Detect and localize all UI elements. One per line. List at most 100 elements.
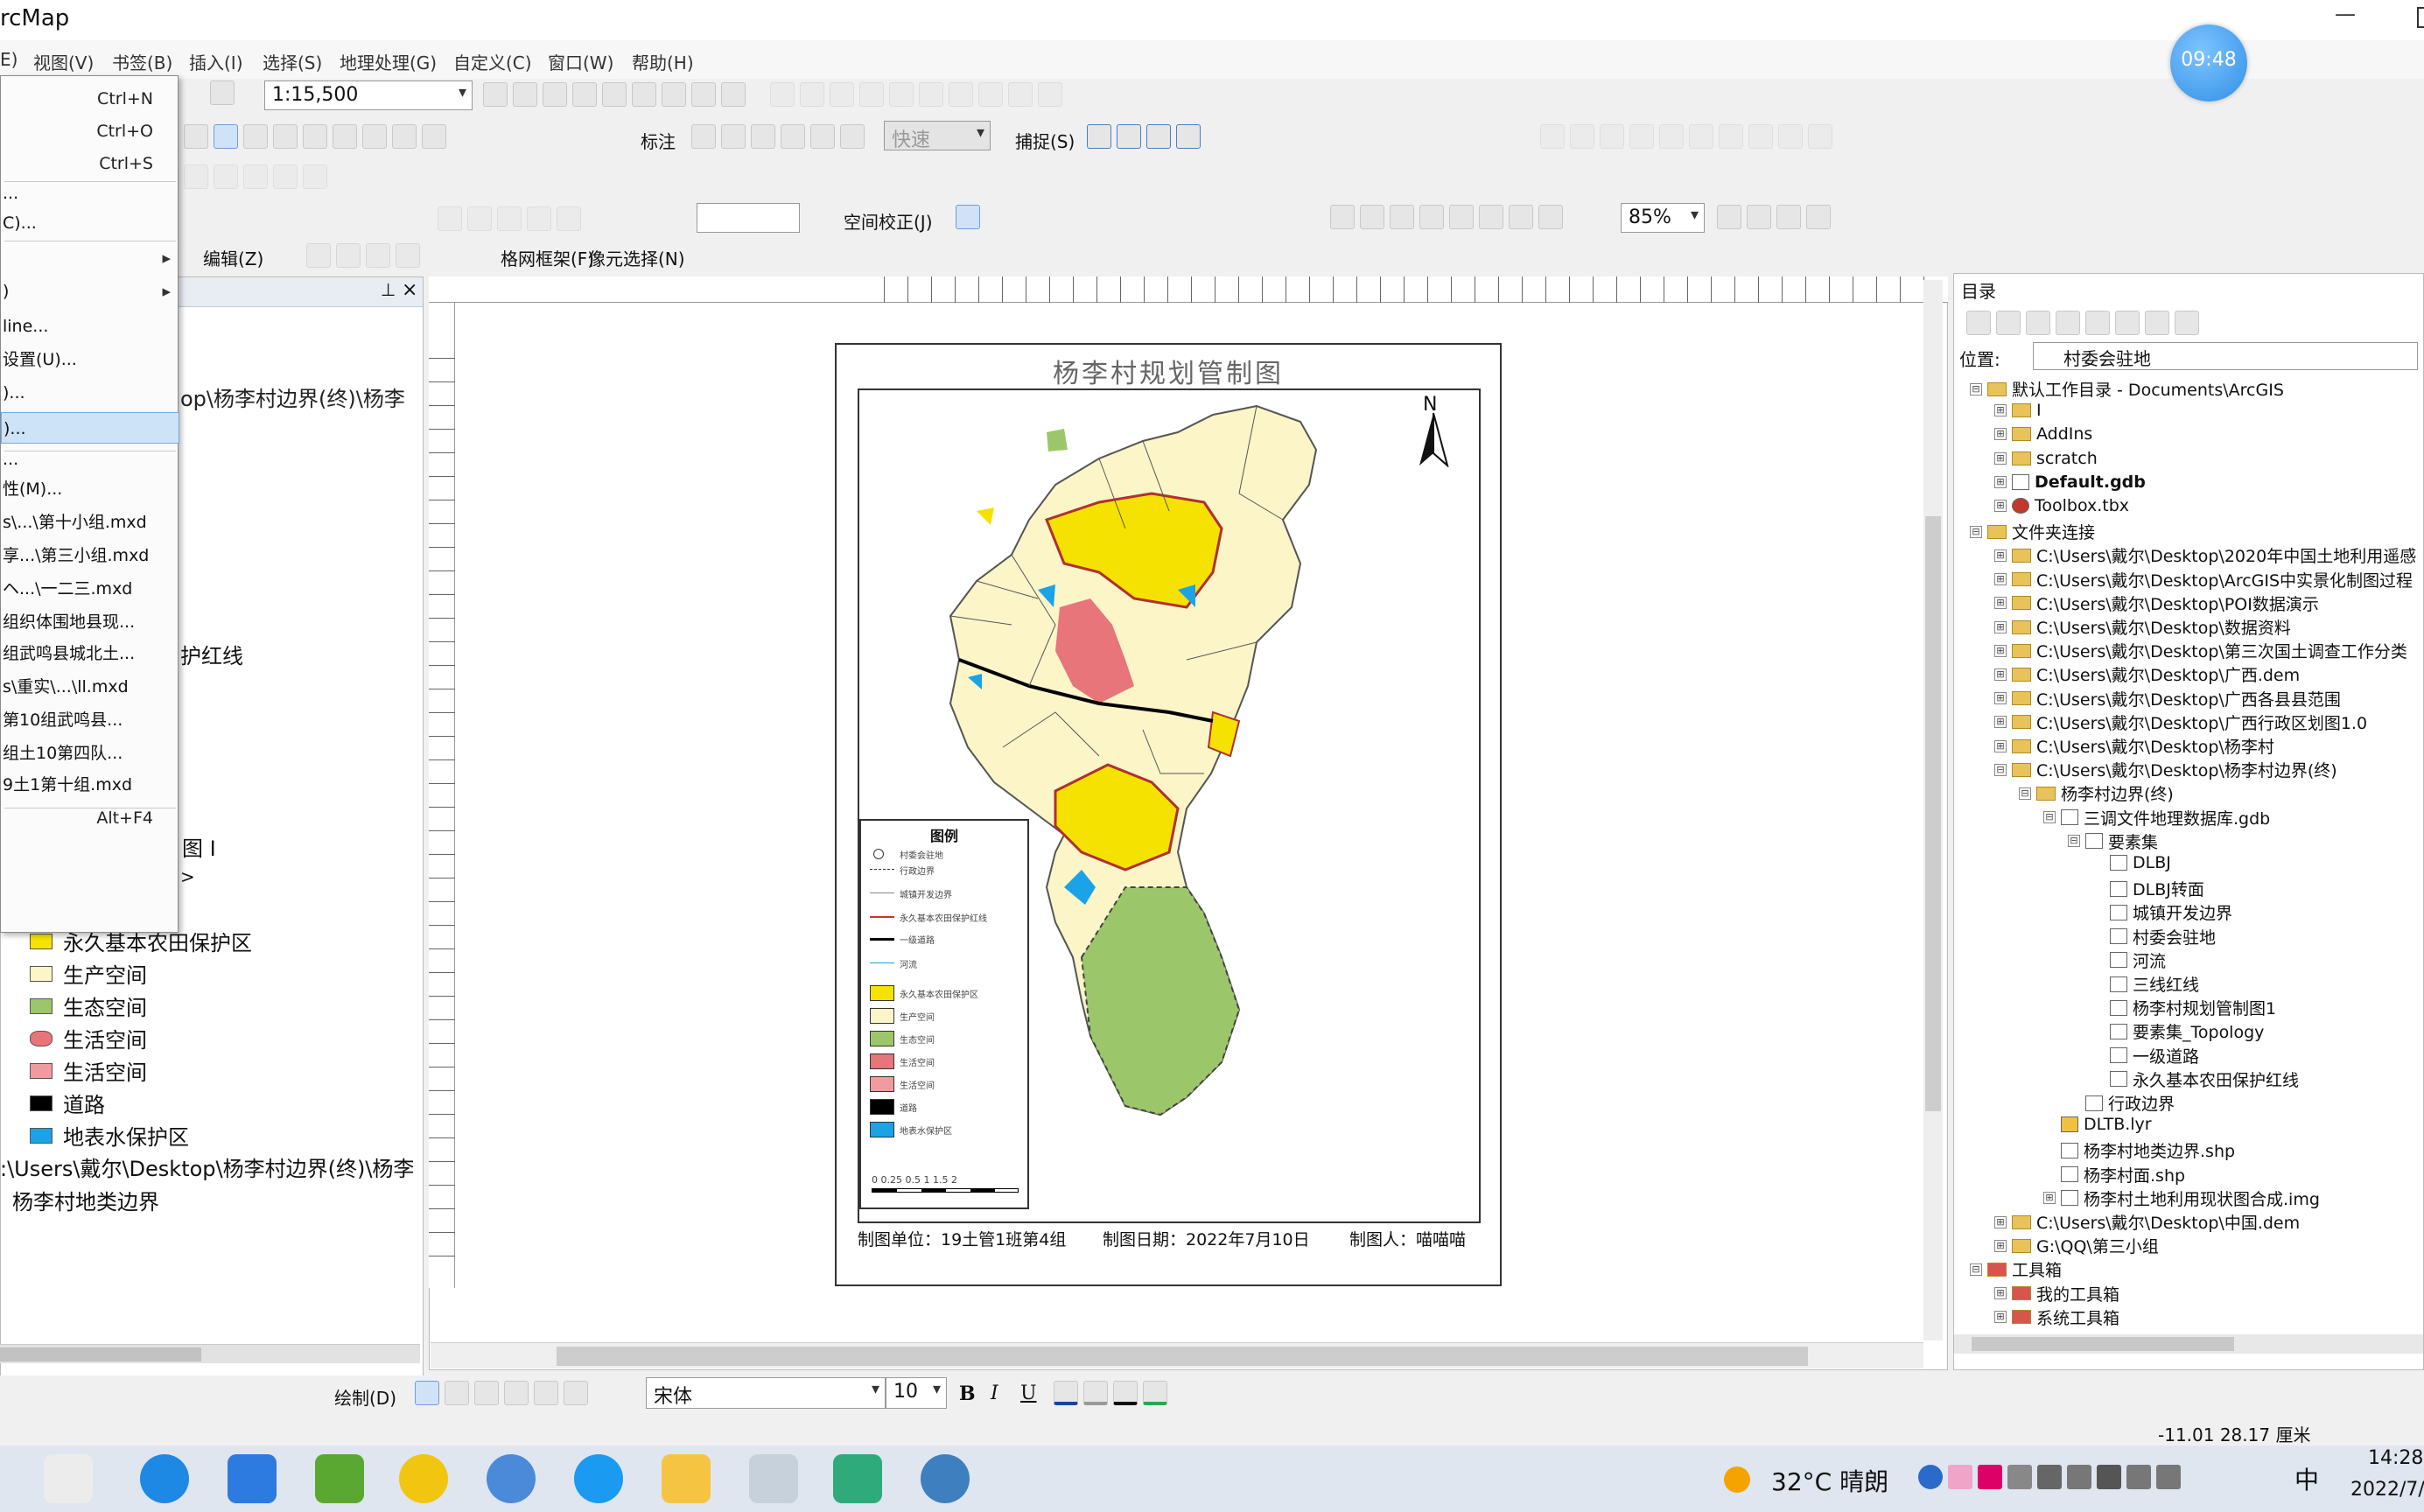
expand-toggle-icon[interactable]: ⊟ bbox=[2019, 787, 2031, 800]
expand-toggle-icon[interactable]: ⊞ bbox=[1994, 1311, 2007, 1324]
layout-icon[interactable] bbox=[691, 82, 716, 107]
topology-icon-4[interactable] bbox=[273, 164, 298, 189]
point-snap-icon[interactable] bbox=[1087, 124, 1111, 149]
footer-date[interactable]: 制图日期：2022年7月10日 bbox=[1103, 1227, 1310, 1250]
python-icon[interactable] bbox=[632, 82, 656, 107]
expand-toggle-icon[interactable]: ⊞ bbox=[1994, 644, 2007, 657]
identify-icon[interactable] bbox=[721, 82, 746, 107]
expand-toggle-icon[interactable]: ⊟ bbox=[1970, 1263, 1982, 1276]
menu-windows[interactable]: 窗口(W) bbox=[548, 49, 613, 74]
file-menu-item[interactable]: ) ▸ bbox=[1, 276, 179, 307]
find-icon[interactable] bbox=[333, 124, 357, 149]
expand-toggle-icon[interactable]: ⊞ bbox=[2043, 1192, 2056, 1205]
model-builder-icon[interactable] bbox=[662, 82, 686, 107]
end-snap-icon[interactable] bbox=[1117, 124, 1141, 149]
toc-legend-row[interactable]: 生活空间 bbox=[30, 1023, 147, 1054]
expand-toggle-icon[interactable]: ⊞ bbox=[1994, 475, 2007, 488]
catalog-tree-item[interactable]: ⊞ 杨李村土地利用现状图合成.img bbox=[2043, 1186, 2320, 1210]
north-arrow-icon[interactable] bbox=[1416, 413, 1451, 467]
select-features-icon[interactable] bbox=[956, 205, 980, 229]
zoom-out-layout-icon[interactable] bbox=[1360, 205, 1384, 229]
app-icon-game[interactable] bbox=[749, 1454, 798, 1503]
catalog-icon[interactable] bbox=[543, 82, 567, 107]
measure-icon[interactable] bbox=[303, 124, 327, 149]
adjust-icon-2[interactable] bbox=[467, 206, 492, 231]
file-menu-item[interactable]: line... bbox=[1, 311, 179, 342]
file-menu-item[interactable]: 组武鸣县城北土... bbox=[1, 638, 179, 669]
draw-menu[interactable]: 编辑(Z) bbox=[203, 245, 263, 270]
close-icon[interactable]: × bbox=[402, 279, 417, 301]
buffer-icon[interactable] bbox=[978, 82, 1003, 107]
catalog-tree-item[interactable]: ⊞ Default.gdb bbox=[1994, 472, 2146, 492]
expand-toggle-icon[interactable]: ⊞ bbox=[1994, 692, 2007, 705]
minimize-button[interactable]: — bbox=[2335, 2, 2356, 26]
expand-toggle-icon[interactable]: ⊞ bbox=[1994, 428, 2007, 441]
redo-icon[interactable] bbox=[800, 82, 824, 107]
expand-toggle-icon[interactable]: ⊟ bbox=[1970, 382, 1982, 396]
select-elements-icon[interactable] bbox=[415, 1381, 439, 1405]
maximize-button[interactable] bbox=[2417, 7, 2424, 28]
up-one-level-icon[interactable] bbox=[2026, 311, 2050, 335]
adjust-icon-1[interactable] bbox=[438, 206, 462, 231]
fixed-zoom-in-icon[interactable] bbox=[1479, 205, 1503, 229]
catalog-tree-item[interactable]: ⊞ 我的工具箱 bbox=[1994, 1282, 2119, 1306]
file-menu-item[interactable]: ▸ bbox=[1, 242, 179, 274]
menu-selection[interactable]: 选择(S) bbox=[263, 49, 322, 74]
catalog-tree-item[interactable]: 杨李村地类边界.shp bbox=[2043, 1138, 2235, 1162]
tray-icon-1[interactable] bbox=[1918, 1465, 1943, 1489]
toc-hscrollbar[interactable] bbox=[0, 1344, 420, 1363]
file-menu-item[interactable]: 性(M)... bbox=[1, 473, 179, 505]
footer-unit[interactable]: 制图单位：19土管1班第4组 bbox=[858, 1227, 1066, 1250]
adjust-icon-5[interactable] bbox=[557, 206, 581, 231]
georef-icon-9[interactable] bbox=[1778, 124, 1803, 149]
catalog-tree-item[interactable]: ⊞ C:\Users\戴尔\Desktop\ArcGIS中实景化制图过程 bbox=[1994, 568, 2413, 592]
menu-help[interactable]: 帮助(H) bbox=[632, 49, 694, 74]
layout-hscrollbar[interactable] bbox=[431, 1342, 1923, 1368]
expand-toggle-icon[interactable]: ⊞ bbox=[1994, 1287, 2007, 1300]
topology-icon-2[interactable] bbox=[214, 164, 238, 189]
marker-color-icon[interactable] bbox=[1143, 1381, 1167, 1405]
file-menu-item[interactable]: 第10组武鸣县... bbox=[1, 704, 179, 736]
clock-date[interactable]: 2022/7/ bbox=[2350, 1479, 2424, 1501]
font-size-combo[interactable]: 10 ▾ bbox=[886, 1377, 947, 1409]
georef-icon-2[interactable] bbox=[1570, 124, 1594, 149]
html-popup-icon[interactable] bbox=[273, 124, 298, 149]
tray-icon-4[interactable] bbox=[2007, 1465, 2032, 1489]
georef-icon-3[interactable] bbox=[1600, 124, 1624, 149]
label-menu[interactable]: 标注 bbox=[641, 128, 676, 153]
time-slider-icon[interactable] bbox=[422, 124, 446, 149]
tray-icon-2[interactable] bbox=[1948, 1465, 1972, 1489]
attributes-icon[interactable] bbox=[1038, 82, 1062, 107]
label-manager-icon[interactable] bbox=[691, 124, 716, 149]
catalog-tree-item[interactable]: ⊞ C:\Users\戴尔\Desktop\第三次国土调查工作分类 bbox=[1994, 639, 2407, 662]
label-priority-icon[interactable] bbox=[721, 124, 746, 149]
file-menu-item[interactable]: ... bbox=[1, 444, 179, 475]
ime-indicator[interactable]: 中 bbox=[2294, 1461, 2319, 1496]
catalog-tree-item[interactable]: ⊟ 要素集 bbox=[2068, 830, 2158, 853]
views-icon[interactable] bbox=[2115, 311, 2140, 335]
clock-time[interactable]: 14:28 bbox=[2368, 1447, 2423, 1469]
data-driven-pages-icon[interactable] bbox=[1806, 205, 1831, 229]
view-unplaced-icon[interactable] bbox=[840, 124, 865, 149]
georef-icon-5[interactable] bbox=[1659, 124, 1684, 149]
catalog-tree-item[interactable]: DLBJ bbox=[2092, 853, 2171, 872]
toc-legend-row[interactable]: 生态空间 bbox=[30, 990, 147, 1021]
catalog-tree-item[interactable]: DLTB.lyr bbox=[2043, 1115, 2152, 1134]
catalog-tree-item[interactable]: 要素集_Topology bbox=[2092, 1019, 2264, 1043]
expand-toggle-icon[interactable]: ⊞ bbox=[1994, 716, 2007, 729]
font-color-icon[interactable] bbox=[1054, 1381, 1078, 1405]
zoom-whole-page-icon[interactable] bbox=[1419, 205, 1444, 229]
scrollbar-thumb[interactable] bbox=[1972, 1337, 2234, 1351]
grid-menu[interactable]: 格网框架(F) bbox=[501, 245, 594, 270]
adjust-icon-3[interactable] bbox=[497, 206, 522, 231]
scrollbar-thumb[interactable] bbox=[557, 1347, 1808, 1366]
toc-legend-row[interactable]: 生产空间 bbox=[30, 958, 147, 989]
editor-toolbar-icon[interactable] bbox=[483, 82, 508, 107]
topology-icon-3[interactable] bbox=[243, 164, 268, 189]
rotate-icon[interactable] bbox=[445, 1381, 469, 1405]
catalog-tree-item[interactable]: ⊞ C:\Users\戴尔\Desktop\杨李村 bbox=[1994, 734, 2274, 758]
georef-icon-10[interactable] bbox=[1808, 124, 1832, 149]
file-menu-item[interactable]: ヘ...\一二三.mxd bbox=[1, 573, 179, 605]
catalog-tree-item[interactable]: 杨李村面.shp bbox=[2043, 1163, 2185, 1186]
toc-legend-row[interactable]: 生活空间 bbox=[30, 1055, 147, 1086]
